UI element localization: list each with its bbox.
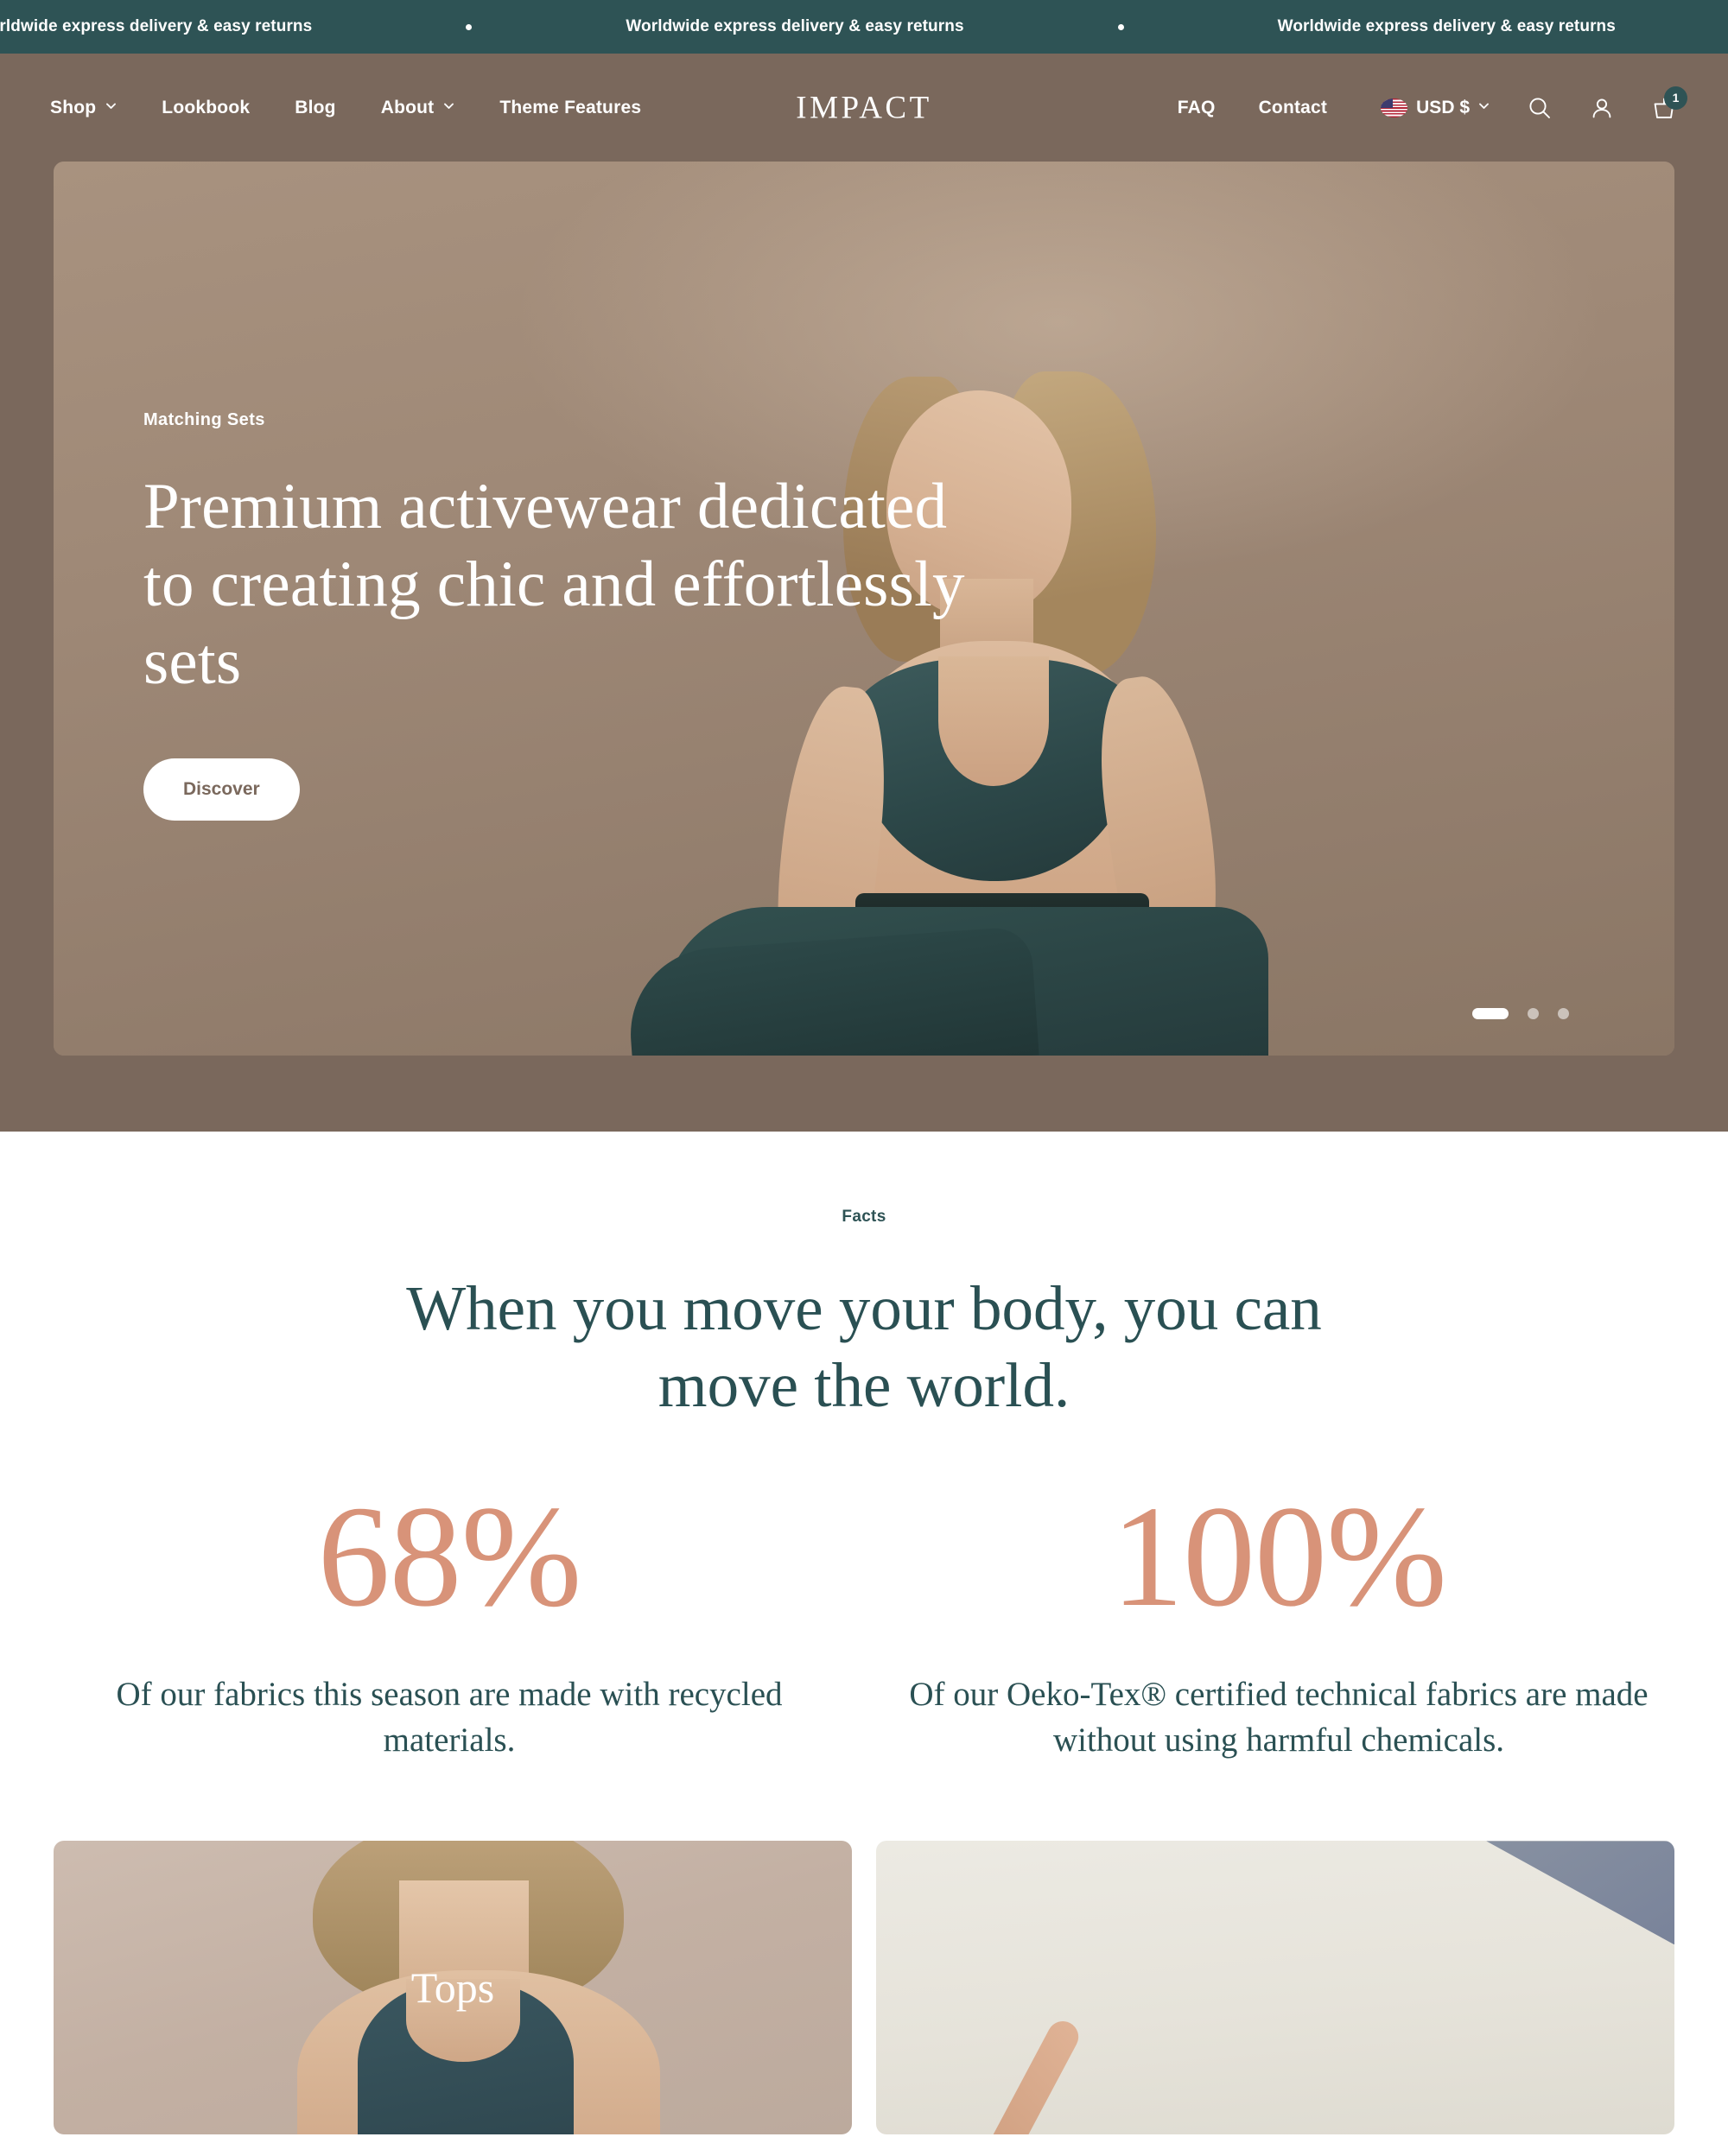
nav-item-faq[interactable]: FAQ — [1178, 89, 1216, 127]
site-logo[interactable]: IMPACT — [796, 89, 931, 126]
currency-selector[interactable]: USD $ — [1381, 98, 1490, 118]
announcement-text: Worldwide express delivery & easy return… — [0, 17, 313, 35]
search-icon[interactable] — [1528, 96, 1552, 120]
nav-item-faq-label: FAQ — [1177, 97, 1216, 117]
nav-item-theme-features-label: Theme Features — [499, 97, 642, 117]
hero-slider-pagination — [1472, 1008, 1569, 1019]
nav-item-shop-label: Shop — [50, 97, 97, 117]
secondary-navigation: FAQ Contact USD $ 1 — [1178, 86, 1687, 127]
nav-item-about-label: About — [380, 97, 435, 117]
statistics-row: 68% Of our fabrics this season are made … — [0, 1484, 1728, 1763]
collection-card-tops[interactable]: Tops — [54, 1841, 852, 2135]
chevron-down-icon — [105, 100, 117, 111]
hero-content: Matching Sets Premium activewear dedicat… — [143, 410, 1007, 821]
hero-section: Shop Lookbook Blog About Theme Features — [0, 54, 1728, 1132]
collection-cards: Tops — [0, 1763, 1728, 2135]
slider-dot-3[interactable] — [1558, 1008, 1569, 1019]
slider-dot-2[interactable] — [1528, 1008, 1539, 1019]
nav-item-shop[interactable]: Shop — [50, 89, 117, 127]
nav-item-lookbook[interactable]: Lookbook — [162, 89, 250, 127]
announcement-marquee: Worldwide express delivery & easy return… — [0, 17, 1728, 36]
collection-image-second — [876, 1841, 1674, 2135]
statistic-caption: Of our Oeko-Tex® certified technical fab… — [909, 1676, 1649, 1759]
account-icon[interactable] — [1590, 96, 1614, 120]
statistic-item: 68% Of our fabrics this season are made … — [35, 1484, 864, 1763]
hero-title: Premium activewear dedicated to creating… — [143, 471, 965, 698]
discover-button[interactable]: Discover — [143, 758, 300, 821]
hero-eyebrow: Matching Sets — [143, 410, 265, 429]
nav-item-blog[interactable]: Blog — [295, 89, 335, 127]
cart-count-badge: 1 — [1664, 86, 1687, 110]
announcement-text: Worldwide express delivery & easy return… — [1277, 17, 1616, 35]
nav-item-lookbook-label: Lookbook — [162, 97, 251, 117]
facts-title: When you move your body, you can move th… — [406, 1273, 1322, 1421]
primary-navigation: Shop Lookbook Blog About Theme Features — [50, 89, 641, 127]
collection-card-second[interactable] — [876, 1841, 1674, 2135]
facts-eyebrow: Facts — [842, 1208, 886, 1226]
announcement-bar: Worldwide express delivery & easy return… — [0, 0, 1728, 54]
hero-slide: Matching Sets Premium activewear dedicat… — [54, 162, 1674, 1056]
announcement-separator-dot — [466, 23, 473, 30]
facts-section: Facts When you move your body, you can m… — [0, 1132, 1728, 1764]
site-header: Shop Lookbook Blog About Theme Features — [0, 54, 1728, 162]
nav-item-about[interactable]: About — [381, 89, 455, 127]
nav-item-contact-label: Contact — [1258, 97, 1328, 117]
us-flag-icon — [1381, 98, 1408, 117]
announcement-separator-dot — [1117, 23, 1124, 30]
chevron-down-icon — [443, 100, 454, 111]
nav-item-blog-label: Blog — [295, 97, 336, 117]
collection-card-label: Tops — [410, 1963, 495, 2013]
cart-icon[interactable]: 1 — [1652, 86, 1687, 120]
statistic-caption: Of our fabrics this season are made with… — [116, 1676, 783, 1759]
statistic-value: 100% — [1111, 1476, 1447, 1638]
statistic-value: 68% — [317, 1476, 582, 1638]
announcement-text: Worldwide express delivery & easy return… — [626, 17, 964, 35]
nav-item-contact[interactable]: Contact — [1259, 89, 1328, 127]
slider-dot-1[interactable] — [1472, 1008, 1509, 1019]
chevron-down-icon — [1478, 100, 1490, 111]
nav-item-theme-features[interactable]: Theme Features — [499, 89, 641, 127]
statistic-item: 100% Of our Oeko-Tex® certified technica… — [864, 1484, 1693, 1763]
currency-label: USD $ — [1416, 97, 1470, 117]
